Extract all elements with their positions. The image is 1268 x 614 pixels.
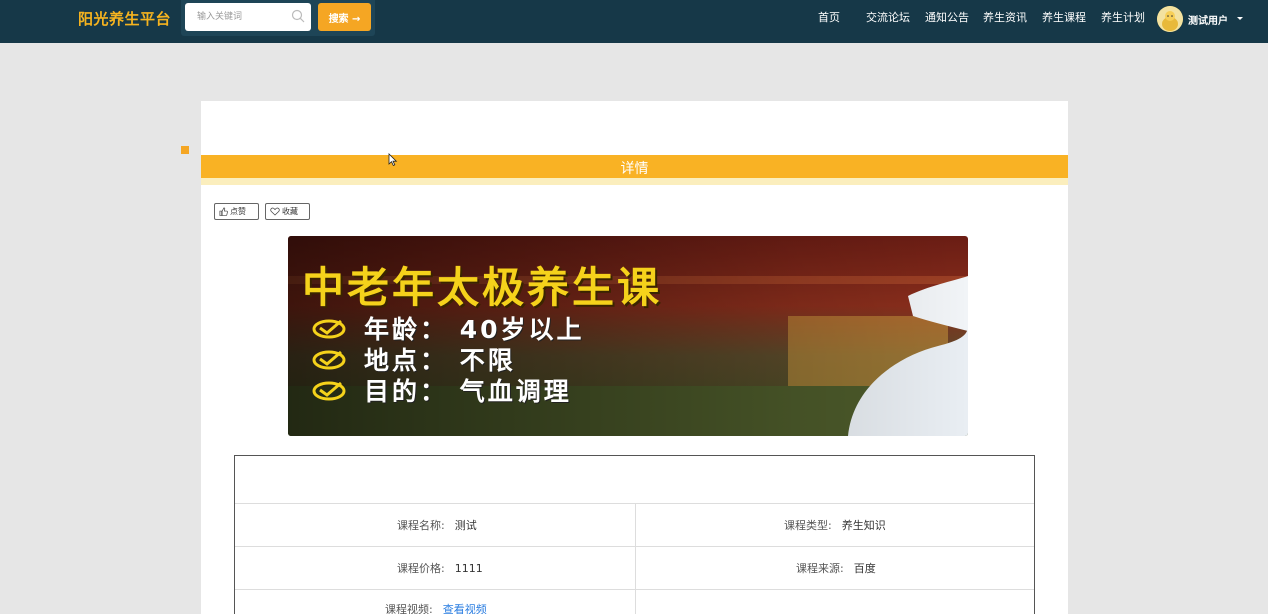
like-label: 点赞 [230,207,246,216]
table-row: 课程价格: 1111 课程来源: 百度 [235,546,1034,590]
user-avatar[interactable] [1157,6,1183,32]
course-source-value: 百度 [853,562,876,575]
banner-line: 目的： 气血调理 [312,374,585,406]
course-video-label: 课程视频: [385,603,433,614]
course-type-cell: 课程类型: 养生知识 [784,504,886,546]
search-icon[interactable] [291,9,305,23]
user-menu-caret-icon[interactable] [1237,17,1243,20]
course-name-cell: 课程名称: 测试 [397,504,477,546]
banner-heading: 中老年太极养生课 [302,263,663,312]
banner-lines: 年龄： 40岁以上 地点： 不限 目的： 气血调理 [312,312,585,406]
nav-health-plans[interactable]: 养生计划 [1101,9,1145,25]
course-video-cell: 课程视频: 查看视频 [385,590,487,614]
nav-health-news[interactable]: 养生资讯 [983,9,1027,25]
course-type-label: 课程类型: [784,519,832,532]
nav-health-courses[interactable]: 养生课程 [1042,9,1086,25]
course-info-table: 课程名称: 测试 课程类型: 养生知识 课程价格: 1111 课程来源: 百度 … [234,455,1035,614]
column-divider [635,547,636,590]
table-row: 课程视频: 查看视频 [235,589,1034,614]
course-banner-image: 中老年太极养生课 年龄： 40岁以上 地点： 不限 目的： 气血调理 [288,236,968,436]
checkmark-icon [312,381,346,400]
thumbs-up-icon [219,207,228,216]
brand-logo[interactable]: 阳光养生平台 [78,8,171,29]
course-price-cell: 课程价格: 1111 [397,547,483,589]
side-marker [181,146,189,154]
course-name-label: 课程名称: [397,519,445,532]
favorite-label: 收藏 [282,207,298,216]
course-source-cell: 课程来源: 百度 [796,547,876,589]
course-source-label: 课程来源: [796,562,844,575]
user-name[interactable]: 测试用户 [1188,12,1228,27]
table-row: 课程名称: 测试 课程类型: 养生知识 [235,503,1034,547]
column-divider [635,590,636,614]
nav-home[interactable]: 首页 [818,9,840,25]
detail-header-bar: 详情 [201,155,1068,178]
view-video-link[interactable]: 查看视频 [443,601,487,614]
mouse-cursor-icon [388,153,398,167]
checkmark-icon [312,350,346,369]
heart-icon [270,207,280,216]
column-divider [635,504,636,547]
like-button[interactable]: 点赞 [214,203,259,220]
detail-header-underline [201,178,1068,185]
checkmark-icon [312,319,346,338]
detail-title: 详情 [620,161,649,177]
course-type-value: 养生知识 [841,519,886,532]
nav-forum[interactable]: 交流论坛 [866,9,910,25]
banner-line-text: 目的： 气血调理 [364,376,572,406]
nav-notices[interactable]: 通知公告 [925,9,969,25]
favorite-button[interactable]: 收藏 [265,203,310,220]
course-name-value: 测试 [454,519,477,532]
search-button[interactable]: 搜索 → [318,3,371,31]
banner-line: 年龄： 40岁以上 [312,312,585,344]
avatar-face-icon [1157,6,1183,32]
course-price-label: 课程价格: [397,562,445,575]
banner-line: 地点： 不限 [312,343,585,375]
course-price-value: 1111 [454,561,483,575]
